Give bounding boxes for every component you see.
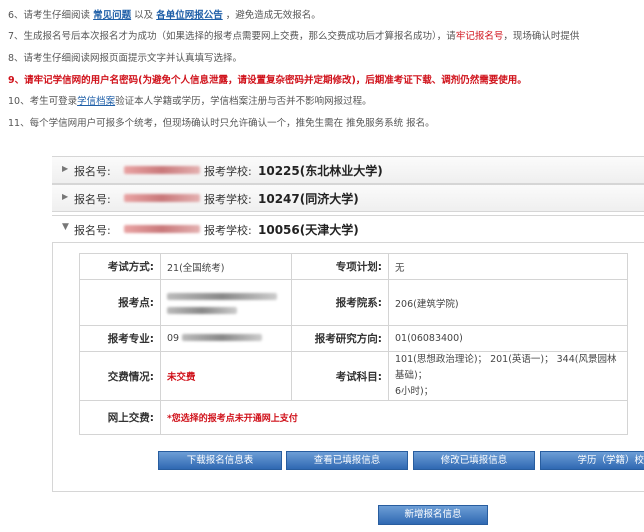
note-text: 10、考生可登录	[8, 96, 78, 107]
payment-status-label: 交费情况:	[79, 351, 161, 401]
research-direction-value: 01(06083400)	[388, 325, 628, 352]
exam-site-label: 报考点:	[79, 279, 161, 326]
note-text: ，避免造成无效报名。	[225, 10, 321, 21]
exam-subjects-value: 101(思想政治理论)； 201(英语一)； 344(风景园林基础)； 6小时)；	[388, 351, 628, 401]
note-8: 8、请考生仔细阅读网报页面提示文字并认真填写选择。	[8, 53, 243, 64]
school-label: 报考学校:	[204, 193, 252, 206]
note-highlight: 牢记报名号	[455, 31, 504, 42]
application-row-2[interactable]: ▶ 报名号: 报考学校: 10247(同济大学)	[52, 184, 644, 212]
application-number-label: 报名号:	[74, 165, 111, 178]
exam-subjects-label: 考试科目:	[291, 351, 389, 401]
school-label: 报考学校:	[204, 165, 252, 178]
note-9-warning: 9、请牢记学信网的用户名密码(为避免个人信息泄露，请设置复杂密码并定期修改)，后…	[8, 75, 527, 86]
xuexin-archive-link[interactable]: 学信档案	[77, 96, 115, 107]
application-row-3[interactable]: ▼ 报名号: 报考学校: 10056(天津大学)	[52, 215, 644, 243]
application-number-label: 报名号:	[74, 193, 111, 206]
department-label: 报考院系:	[291, 279, 389, 326]
note-text: 验证本人学籍或学历，学信档案注册与否并不影响网报过程。	[115, 96, 372, 107]
school-label: 报考学校:	[204, 224, 252, 237]
note-number: 6、	[8, 10, 24, 21]
view-registration-button[interactable]: 查看已填报信息	[286, 451, 408, 470]
expand-arrow-icon[interactable]: ▶	[62, 192, 68, 201]
note-10: 10、考生可登录学信档案验证本人学籍或学历，学信档案注册与否并不影响网报过程。	[8, 95, 372, 109]
note-text: 以及	[134, 10, 154, 21]
download-registration-form-button[interactable]: 下载报名信息表	[158, 451, 282, 470]
special-plan-label: 专项计划:	[291, 253, 389, 280]
application-row-1[interactable]: ▶ 报名号: 报考学校: 10225(东北林业大学)	[52, 156, 644, 184]
unit-announcement-link[interactable]: 各单位网报公告	[156, 10, 223, 21]
note-7: 7、生成报名号后本次报名才为成功（如果选择的报考点需要网上交费，那么交费成功后才…	[8, 30, 579, 44]
application-number-redacted	[124, 225, 200, 233]
exam-mode-label: 考试方式:	[79, 253, 161, 280]
school-name: 10056(天津大学)	[258, 223, 359, 237]
exam-site-value	[160, 279, 292, 326]
application-number-redacted	[124, 166, 200, 174]
subjects-line-2: 6小时)；	[395, 386, 434, 397]
payment-status-value: 未交费	[160, 351, 292, 401]
online-payment-value: *您选择的报考点未开通网上支付	[160, 400, 628, 435]
note-text: 生成报名号后本次报名才为成功（如果选择的报考点需要网上交费，那么交费成功后才算报…	[23, 31, 456, 42]
expand-arrow-icon[interactable]: ▶	[62, 164, 68, 173]
exam-mode-value: 21(全国统考)	[160, 253, 292, 280]
application-number-redacted	[124, 194, 200, 202]
research-direction-label: 报考研究方向:	[291, 325, 389, 352]
modify-registration-button[interactable]: 修改已填报信息	[413, 451, 535, 470]
online-payment-label: 网上交费:	[79, 400, 161, 435]
faq-link[interactable]: 常见问题	[93, 10, 131, 21]
add-registration-button[interactable]: 新增报名信息	[378, 505, 488, 525]
major-code-prefix: 09	[167, 333, 180, 344]
school-name: 10225(东北林业大学)	[258, 164, 383, 178]
department-value: 206(建筑学院)	[388, 279, 628, 326]
major-value: 09	[160, 325, 292, 352]
note-11: 11、每个学信网用户可报多个统考，但现场确认时只允许确认一个，推免生需在 推免服…	[8, 118, 435, 129]
major-label: 报考专业:	[79, 325, 161, 352]
note-6: 6、请考生仔细阅读 常见问题 以及 各单位网报公告 ，避免造成无效报名。	[8, 9, 321, 23]
school-name: 10247(同济大学)	[258, 192, 359, 206]
application-number-label: 报名号:	[74, 224, 111, 237]
special-plan-value: 无	[388, 253, 628, 280]
note-text: 请考生仔细阅读	[23, 10, 91, 21]
collapse-arrow-icon[interactable]: ▼	[62, 222, 69, 232]
application-info-table: 考试方式: 21(全国统考) 专项计划: 无 报考点: 报考院系: 206(建筑…	[79, 253, 628, 435]
note-text: ，现场确认时提供	[503, 31, 580, 42]
note-number: 7、	[8, 31, 24, 42]
subjects-line-1: 101(思想政治理论)； 201(英语一)； 344(风景园林基础)；	[395, 354, 617, 381]
degree-verify-button[interactable]: 学历（学籍）校	[540, 451, 644, 470]
